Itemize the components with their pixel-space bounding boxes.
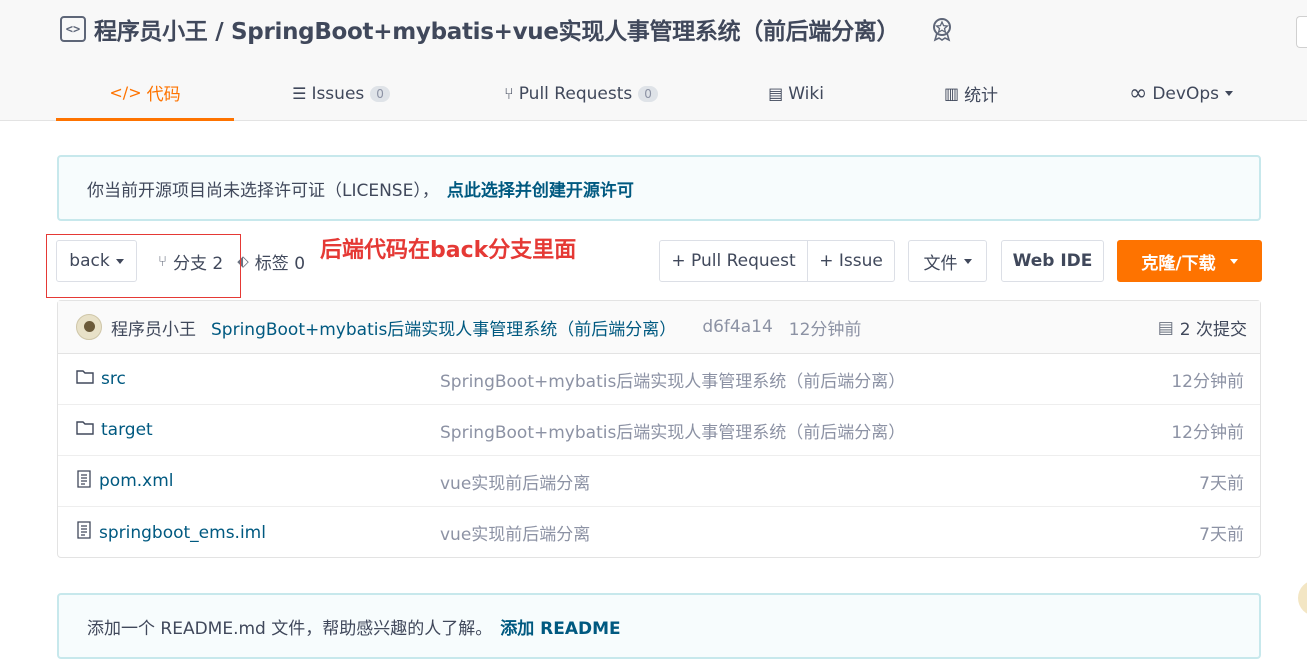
file-menu-button[interactable]: 文件 [908,240,987,282]
file-name: springboot_ems.iml [99,522,266,543]
repo-header: <> 程序员小王 / SpringBoot+mybatis+vue实现人事管理系… [0,0,1307,121]
add-readme-link[interactable]: 添加 README [500,614,620,639]
tab-label: Pull Requests [518,83,633,104]
readme-notice-text: 添加一个 README.md 文件，帮助感兴趣的人了解。 [87,618,493,639]
tab-label: Issues [311,83,365,104]
table-row: springboot_ems.iml vue实现前后端分离 7天前 [58,507,1260,558]
clone-label: 克隆/下载 [1141,253,1216,274]
file-name: pom.xml [99,471,174,491]
tab-label: Wiki [788,83,824,104]
folder-icon [76,369,94,389]
infinity-icon: ∞ [1129,81,1148,106]
file-link[interactable]: pom.xml [76,469,174,493]
chevron-down-icon [1229,258,1238,264]
license-notice-text: 你当前开源项目尚未选择许可证（LICENSE）， [87,180,439,201]
star-button-edge[interactable] [1296,16,1307,48]
repo-owner-link[interactable]: 程序员小王 [94,19,208,45]
commit-author[interactable]: 程序员小王 [111,315,196,340]
chevron-down-icon [1224,91,1233,96]
table-row: target SpringBoot+mybatis后端实现人事管理系统（前后端分… [58,405,1260,456]
tab-label: 代码 [146,84,181,105]
document-icon: ▤ [1157,317,1174,338]
repo-tabs: </> 代码 ☰ Issues 0 ⑂ Pull Requests 0 ▤ Wi… [56,66,1266,121]
pull-requests-count-badge: 0 [638,85,658,102]
code-icon: </> [109,82,142,102]
annotation-highlight-box [46,234,241,298]
tab-pull-requests[interactable]: ⑂ Pull Requests 0 [496,66,666,121]
file-time: 7天前 [1199,473,1244,494]
web-ide-button[interactable]: Web IDE [1001,240,1104,282]
create-license-link[interactable]: 点此选择并创建开源许可 [447,176,634,201]
license-notice: 你当前开源项目尚未选择许可证（LICENSE）， 点此选择并创建开源许可 [57,155,1261,221]
chevron-down-icon [963,258,972,264]
file-time: 7天前 [1199,525,1244,545]
avatar[interactable] [76,314,102,340]
file-link[interactable]: src [76,369,126,389]
file-commit-message[interactable]: vue实现前后端分离 [440,520,590,545]
file-link[interactable]: springboot_ems.iml [76,521,266,544]
tab-devops[interactable]: ∞ DevOps [1120,66,1242,121]
tags-link[interactable]: ⬖ 标签 0 [237,249,305,274]
file-icon [76,469,92,493]
commit-count-label: 2 次提交 [1179,320,1247,340]
file-menu-label: 文件 [923,253,958,274]
tab-stats[interactable]: ▥ 统计 [936,66,1006,121]
new-issue-button[interactable]: + Issue [807,240,895,282]
tab-code[interactable]: </> 代码 [56,66,234,121]
commit-hash[interactable]: d6f4a14 [702,317,772,337]
file-icon [76,521,92,544]
title-separator: / [207,19,232,45]
sidebar-avatar[interactable] [1298,580,1307,616]
file-commit-message[interactable]: SpringBoot+mybatis后端实现人事管理系统（前后端分离） [440,418,905,443]
table-row: src SpringBoot+mybatis后端实现人事管理系统（前后端分离） … [58,354,1260,405]
repo-title: 程序员小王 / SpringBoot+mybatis+vue实现人事管理系统（前… [94,12,899,46]
file-link[interactable]: target [76,420,153,440]
pull-request-icon: ⑂ [504,84,514,103]
repo-title-row: <> 程序员小王 / SpringBoot+mybatis+vue实现人事管理系… [60,12,955,46]
new-pull-request-button[interactable]: + Pull Request [659,240,808,282]
file-name: target [101,420,153,440]
latest-commit-row: 程序员小王 SpringBoot+mybatis后端实现人事管理系统（前后端分离… [58,301,1260,354]
readme-notice: 添加一个 README.md 文件，帮助感兴趣的人了解。 添加 README [57,593,1261,659]
table-row: pom.xml vue实现前后端分离 7天前 [58,456,1260,507]
issues-icon: ☰ [292,84,307,103]
annotation-text: 后端代码在back分支里面 [320,238,577,263]
award-badge-icon[interactable] [929,16,955,42]
tags-label: 标签 0 [254,253,306,274]
tab-issues[interactable]: ☰ Issues 0 [286,66,396,121]
clone-download-button[interactable]: 克隆/下载 [1117,240,1262,282]
chart-icon: ▥ [943,84,960,103]
tab-label: DevOps [1152,83,1219,104]
issues-count-badge: 0 [370,85,390,102]
file-time: 12分钟前 [1171,371,1244,392]
folder-icon [76,420,94,440]
file-time: 12分钟前 [1171,422,1244,443]
file-commit-message[interactable]: SpringBoot+mybatis后端实现人事管理系统（前后端分离） [440,367,905,392]
book-icon: ▤ [768,84,784,103]
file-list: 程序员小王 SpringBoot+mybatis后端实现人事管理系统（前后端分离… [57,300,1261,558]
commit-message[interactable]: SpringBoot+mybatis后端实现人事管理系统（前后端分离） [211,315,676,340]
file-name: src [101,369,126,389]
tab-wiki[interactable]: ▤ Wiki [761,66,831,121]
commit-time: 12分钟前 [788,319,862,340]
tab-label: 统计 [964,86,999,106]
repo-code-icon: <> [60,16,86,42]
file-commit-message[interactable]: vue实现前后端分离 [440,469,590,494]
repo-name-link[interactable]: SpringBoot+mybatis+vue实现人事管理系统（前后端分离） [231,19,899,45]
commit-count-link[interactable]: ▤ 2 次提交 [1158,301,1247,354]
